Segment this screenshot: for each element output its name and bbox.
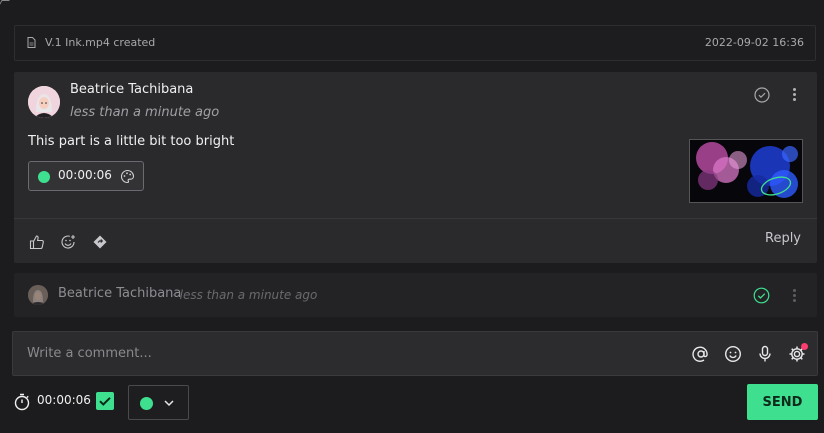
thumbs-up-icon[interactable] [29,234,45,250]
timestamp-checkbox[interactable] [96,392,114,410]
version-created-event: V.1 Ink.mp4 created 2022-09-02 16:36 [14,25,816,61]
event-date: 2022-09-02 16:36 [704,36,804,49]
timestamp-chip[interactable]: 00:00:06 [28,161,144,191]
comment-input[interactable] [14,333,674,374]
notification-badge [801,343,808,350]
avatar [28,285,48,305]
comment-composer [12,331,818,376]
composer-footer: 00:00:06 SEND [0,384,824,424]
check-circle-icon[interactable] [753,287,770,304]
annotation-color-dot [38,171,50,183]
emoji-icon[interactable] [724,345,742,363]
timer-text: 00:00:06 [37,393,91,407]
palette-icon [120,169,135,184]
file-icon [27,37,36,48]
comment-time: less than a minute ago [70,105,220,120]
color-select[interactable] [128,385,189,420]
send-button[interactable]: SEND [747,384,818,420]
microphone-icon[interactable] [756,345,774,363]
emoji-add-icon[interactable] [60,234,76,250]
card-divider [14,218,817,219]
event-text: V.1 Ink.mp4 created [45,36,156,49]
comment-text: This part is a little bit too bright [28,134,235,149]
avatar [28,86,60,118]
selected-color-dot [140,397,153,410]
reply-item[interactable]: Beatrice Tachibana · less than a minute … [14,273,817,317]
window-corner-mark [0,0,10,6]
frame-thumbnail[interactable] [689,139,803,203]
diamond-icon[interactable] [92,234,108,250]
check-circle-icon[interactable] [754,87,770,103]
reply-time: · less than a minute ago [172,288,318,302]
comment-author: Beatrice Tachibana [70,82,194,97]
comment-card: Beatrice Tachibana less than a minute ag… [14,72,817,263]
stopwatch-icon [14,393,30,411]
at-icon[interactable] [692,345,710,363]
chevron-down-icon [164,400,174,407]
reply-button[interactable]: Reply [765,231,801,246]
timestamp-text: 00:00:06 [58,168,112,182]
more-vertical-icon[interactable] [787,86,801,104]
reply-author: Beatrice Tachibana [58,286,182,301]
more-vertical-icon[interactable] [787,287,801,305]
